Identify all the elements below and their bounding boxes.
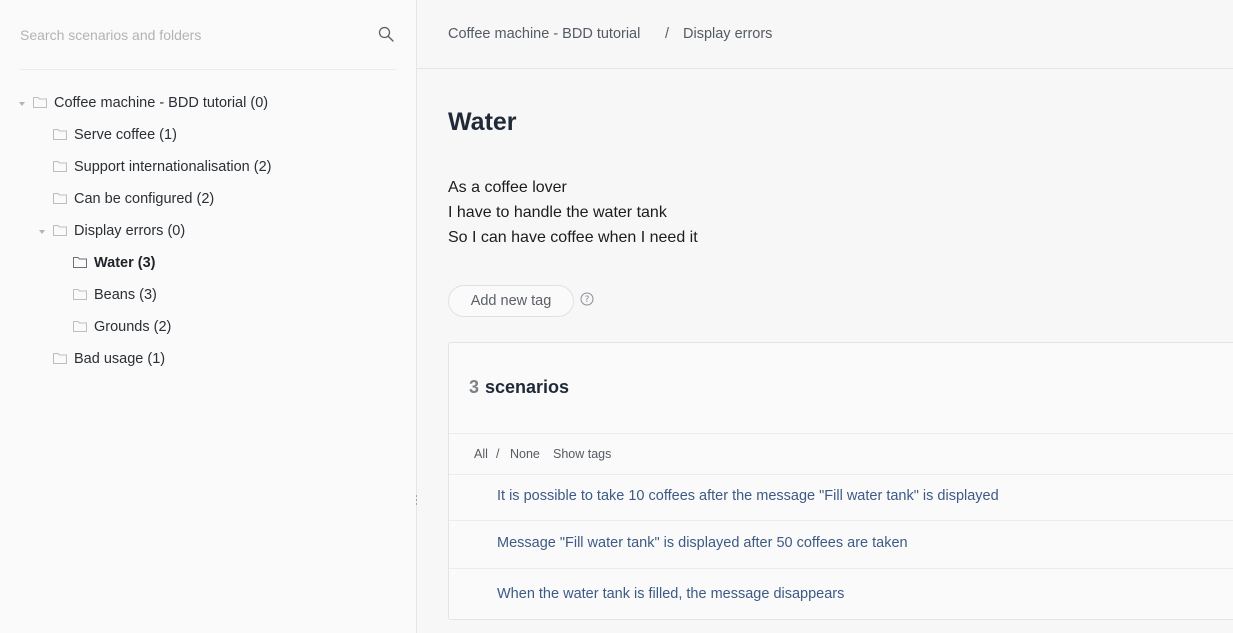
select-all-link[interactable]: All xyxy=(474,447,488,461)
description-line: I have to handle the water tank xyxy=(448,204,667,221)
caret-down-icon[interactable] xyxy=(38,228,46,236)
scenarios-panel: 3 scenarios All / None Show tags It is po… xyxy=(448,342,1233,620)
scenario-link[interactable]: When the water tank is filled, the messa… xyxy=(497,586,844,602)
tree-folder-item[interactable]: Coffee machine - BDD tutorial (0) xyxy=(0,87,417,119)
main-content: Coffee machine - BDD tutorial / Display … xyxy=(417,0,1233,633)
divider xyxy=(449,568,1233,569)
scenario-link[interactable]: Message "Fill water tank" is displayed a… xyxy=(497,535,908,551)
tree-item-label: Bad usage (1) xyxy=(74,351,166,367)
scenario-count: 3 xyxy=(469,377,480,397)
divider xyxy=(449,474,1233,475)
caret-down-icon[interactable] xyxy=(18,100,26,108)
description-line: So I can have coffee when I need it xyxy=(448,229,698,246)
folder-icon xyxy=(53,129,67,140)
folder-icon xyxy=(53,193,67,204)
search-icon[interactable] xyxy=(378,26,394,42)
folder-icon xyxy=(73,289,87,300)
show-tags-link[interactable]: Show tags xyxy=(553,447,611,461)
tree-folder-item[interactable]: Grounds (2) xyxy=(0,311,417,343)
tree-item-label: Beans (3) xyxy=(94,287,157,303)
scenarios-heading: 3 scenarios xyxy=(469,377,569,398)
tree-item-label: Serve coffee (1) xyxy=(74,127,177,143)
tree-folder-item[interactable]: Water (3) xyxy=(0,247,417,279)
tree-item-label: Coffee machine - BDD tutorial (0) xyxy=(54,95,269,111)
tree-folder-item[interactable]: Support internationalisation (2) xyxy=(0,151,417,183)
breadcrumb-parent-link[interactable]: Coffee machine - BDD tutorial xyxy=(448,26,640,42)
page-title: Water xyxy=(448,108,517,136)
tree-item-label: Display errors (0) xyxy=(74,223,186,239)
scenario-link[interactable]: It is possible to take 10 coffees after … xyxy=(497,488,999,504)
search-bar xyxy=(20,18,396,70)
help-icon[interactable]: ? xyxy=(580,292,594,306)
folder-icon xyxy=(53,225,67,236)
folder-icon xyxy=(73,321,87,332)
app-window: Coffee machine - BDD tutorial (0) Serve c… xyxy=(0,0,1233,633)
divider xyxy=(449,433,1233,434)
breadcrumb-current[interactable]: Display errors xyxy=(683,26,772,42)
tree-item-label: Support internationalisation (2) xyxy=(74,159,272,175)
breadcrumb: Coffee machine - BDD tutorial / Display … xyxy=(417,0,1233,69)
folder-tree: Coffee machine - BDD tutorial (0) Serve c… xyxy=(0,87,417,375)
folder-icon xyxy=(33,97,47,108)
select-none-link[interactable]: None xyxy=(510,447,540,461)
folder-icon xyxy=(73,257,87,268)
svg-text:?: ? xyxy=(585,295,590,305)
description-line: As a coffee lover xyxy=(448,179,567,196)
breadcrumb-separator: / xyxy=(665,26,670,42)
search-input[interactable] xyxy=(20,18,360,52)
scenarios-title: scenarios xyxy=(485,377,570,397)
folder-icon xyxy=(53,161,67,172)
filter-separator: / xyxy=(496,447,500,461)
tree-item-label: Grounds (2) xyxy=(94,319,172,335)
tree-folder-item[interactable]: Can be configured (2) xyxy=(0,183,417,215)
folder-description: As a coffee lover I have to handle the w… xyxy=(448,178,698,253)
divider xyxy=(449,520,1233,521)
tree-item-label: Can be configured (2) xyxy=(74,191,215,207)
tree-folder-item[interactable]: Display errors (0) xyxy=(0,215,417,247)
tree-item-label: Water (3) xyxy=(94,255,156,271)
tree-folder-item[interactable]: Serve coffee (1) xyxy=(0,119,417,151)
tree-folder-item[interactable]: Beans (3) xyxy=(0,279,417,311)
add-tag-button[interactable]: Add new tag xyxy=(448,285,574,317)
sidebar: Coffee machine - BDD tutorial (0) Serve c… xyxy=(0,0,418,633)
folder-icon xyxy=(53,353,67,364)
tree-folder-item[interactable]: Bad usage (1) xyxy=(0,343,417,375)
